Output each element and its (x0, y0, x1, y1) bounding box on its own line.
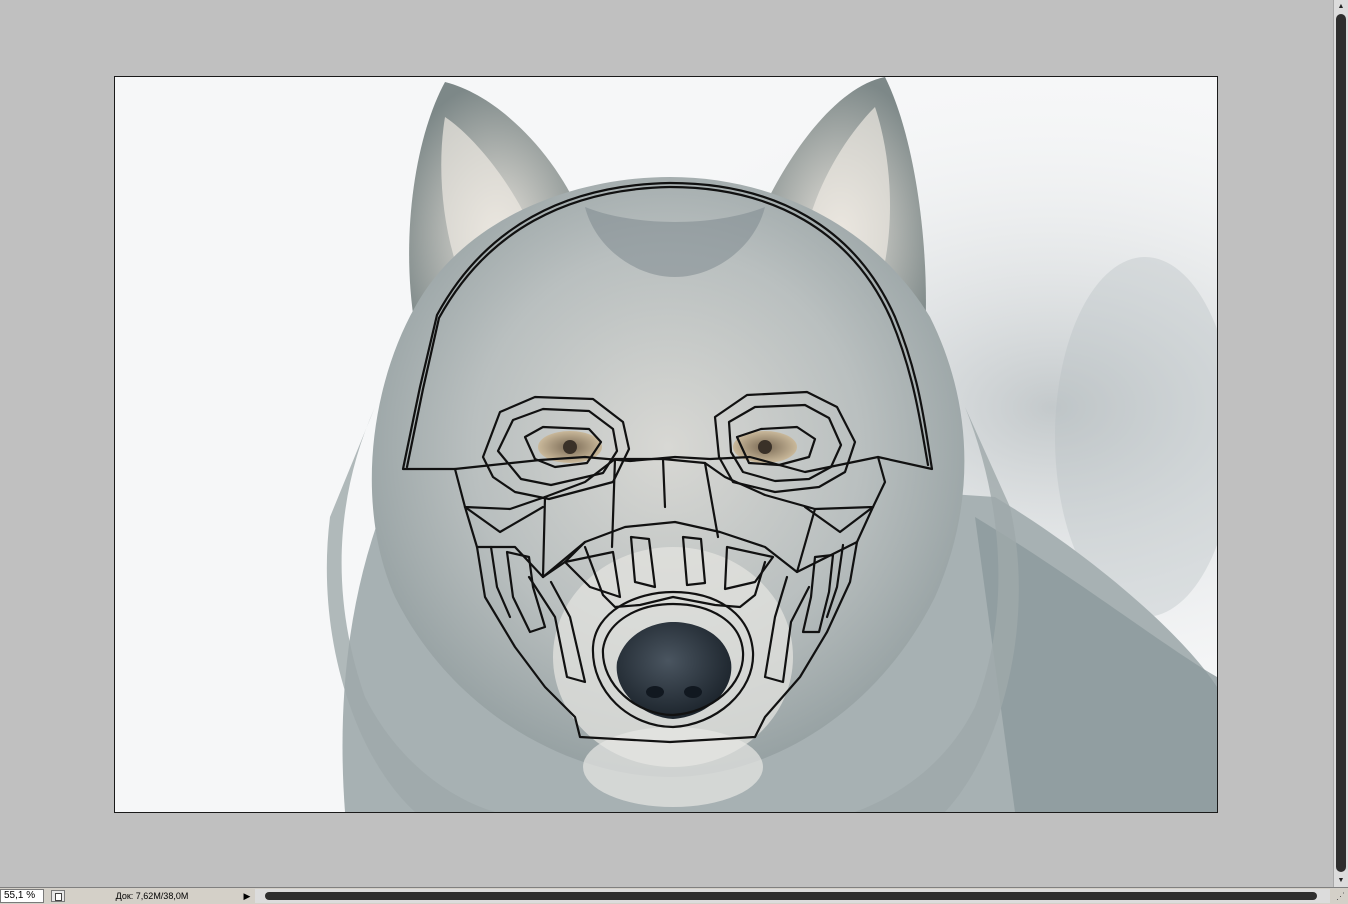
horizontal-scrollbar[interactable] (255, 889, 1330, 903)
zoom-level-field[interactable]: 55,1 % (0, 889, 44, 903)
resize-grip-icon[interactable]: ⋰ (1333, 889, 1348, 904)
document-canvas[interactable] (114, 76, 1218, 813)
document-size-info[interactable]: Док: 7,62M/38,0M (66, 890, 238, 903)
wolf-artwork (115, 77, 1217, 812)
horizontal-scroll-thumb[interactable] (265, 892, 1317, 900)
scroll-up-icon[interactable]: ▲ (1334, 0, 1348, 12)
scroll-down-icon[interactable]: ▼ (1334, 874, 1348, 886)
vertical-scroll-thumb[interactable] (1336, 14, 1346, 872)
status-bar: 55,1 % Док: 7,62M/38,0M ▶ ⋰ (0, 887, 1348, 904)
triangle-right-icon[interactable]: ▶ (241, 890, 253, 902)
vertical-scrollbar[interactable]: ▲ ▼ (1333, 0, 1348, 887)
workspace-area[interactable] (0, 0, 1333, 887)
page-icon[interactable] (51, 890, 65, 902)
